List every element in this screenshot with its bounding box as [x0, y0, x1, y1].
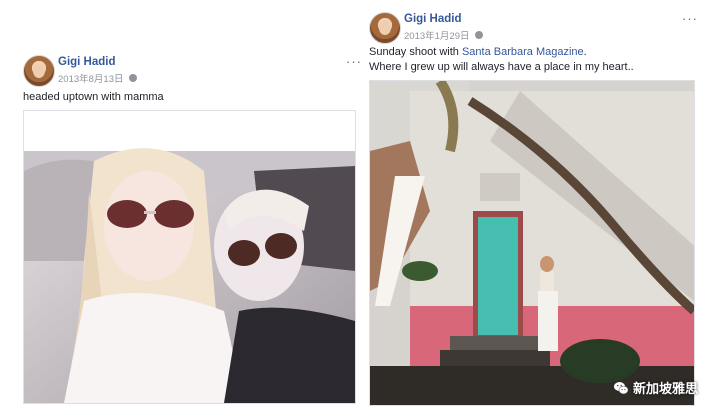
author-name[interactable]: Gigi Hadid [58, 56, 116, 68]
right-post: Gigi Hadid 2013年1月29日 ··· Sunday shoot w… [362, 8, 704, 413]
photo-image [24, 111, 355, 403]
post-photo[interactable] [23, 110, 356, 404]
author-name[interactable]: Gigi Hadid [404, 13, 462, 25]
post-text: headed uptown with mamma [23, 91, 164, 103]
post-meta: 2013年1月29日 [404, 28, 484, 42]
left-post: Gigi Hadid 2013年8月13日 ··· headed uptown … [16, 48, 362, 413]
post-text-prefix: Sunday shoot with [369, 46, 462, 58]
post-text: Sunday shoot with Santa Barbara Magazine… [369, 45, 587, 60]
watermark-label: 新加坡雅思 [632, 381, 698, 396]
post-text-suffix: . [583, 46, 587, 58]
globe-icon [129, 74, 138, 82]
wechat-watermark: 新加坡雅思 [613, 378, 698, 397]
photo-image [370, 81, 694, 405]
post-date[interactable]: 2013年1月29日 [404, 28, 469, 42]
avatar[interactable] [23, 55, 55, 87]
post-meta: 2013年8月13日 [58, 71, 138, 85]
ellipsis-icon[interactable]: ··· [346, 55, 362, 68]
globe-icon [475, 31, 484, 39]
ellipsis-icon[interactable]: ··· [682, 12, 698, 25]
avatar[interactable] [369, 12, 401, 44]
post-photo[interactable] [369, 80, 695, 406]
post-text-line2: Where I grew up will always have a place… [369, 61, 634, 73]
post-date[interactable]: 2013年8月13日 [58, 71, 123, 85]
magazine-link[interactable]: Santa Barbara Magazine [462, 46, 584, 58]
wechat-icon [613, 381, 629, 394]
